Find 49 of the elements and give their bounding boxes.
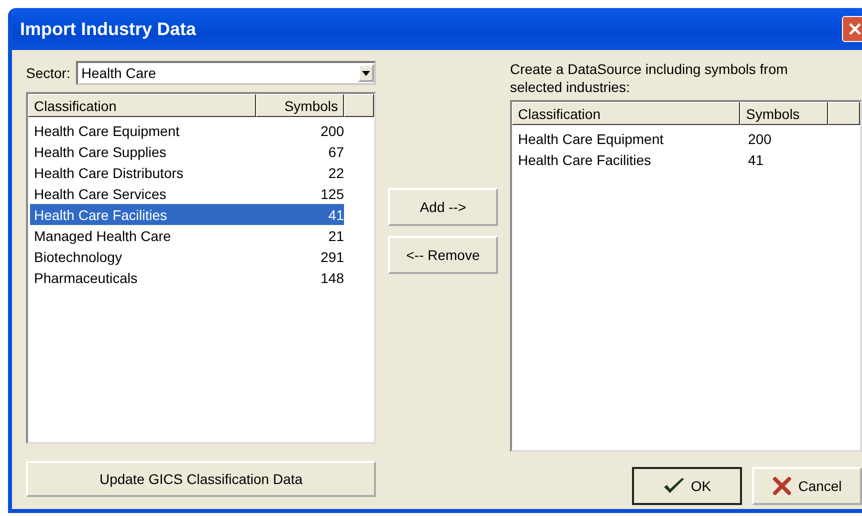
- list-row[interactable]: Health Care Supplies 67: [30, 141, 372, 162]
- symbols-count: 200: [320, 122, 344, 138]
- symbols-count: 148: [320, 270, 344, 286]
- classification-text: Health Care Equipment: [33, 122, 181, 138]
- symbols-count: 200: [747, 130, 772, 146]
- list-row[interactable]: Health Care Facilities 41: [514, 149, 858, 170]
- symbols-count: 21: [327, 228, 344, 244]
- classification-text: Biotechnology: [33, 248, 123, 264]
- column-header[interactable]: Classification: [28, 94, 256, 117]
- symbols-count: 22: [327, 164, 344, 180]
- cross-icon: [772, 476, 792, 496]
- window-title: Import Industry Data: [20, 18, 196, 40]
- caret-icon: [362, 70, 370, 76]
- list-row[interactable]: Health Care Equipment 200: [30, 120, 372, 141]
- column-header[interactable]: Symbols: [256, 94, 344, 117]
- classification-text: Managed Health Care: [33, 228, 172, 244]
- list-row[interactable]: Health Care Equipment 200: [514, 128, 858, 149]
- close-icon: [848, 22, 862, 36]
- classification-text: Pharmaceuticals: [33, 270, 138, 286]
- list-row[interactable]: Managed Health Care 21: [30, 225, 372, 246]
- close-button[interactable]: [842, 16, 862, 42]
- column-header[interactable]: Symbols: [740, 102, 828, 125]
- cancel-button[interactable]: Cancel: [752, 467, 862, 505]
- symbols-count: 67: [327, 144, 344, 160]
- column-header[interactable]: Classification: [512, 102, 740, 125]
- classification-text: Health Care Facilities: [33, 206, 168, 222]
- list-row[interactable]: Biotechnology 291: [30, 246, 372, 267]
- add-button[interactable]: Add -->: [388, 188, 498, 226]
- dropdown-button[interactable]: [358, 64, 374, 82]
- symbols-count: 41: [327, 206, 344, 222]
- symbols-count: 125: [320, 186, 344, 202]
- update-button[interactable]: Update GICS Classification Data: [26, 461, 376, 497]
- list-row[interactable]: Health Care Facilities 41: [30, 204, 344, 225]
- instruction-text: Create a DataSource including symbols from selected industries:: [510, 60, 789, 96]
- classification-text: Health Care Distributors: [33, 164, 184, 180]
- remove-button[interactable]: <-- Remove: [388, 236, 498, 274]
- list-row[interactable]: Health Care Distributors 22: [30, 162, 372, 183]
- ok-button[interactable]: OK: [632, 467, 742, 505]
- classification-text: Health Care Services: [33, 186, 168, 202]
- list-row[interactable]: Pharmaceuticals 148: [30, 267, 372, 288]
- classification-text: Health Care Equipment: [517, 130, 665, 146]
- sector-dropdown[interactable]: Health Care: [76, 61, 376, 85]
- symbols-count: 41: [747, 152, 764, 168]
- list-row[interactable]: Health Care Services 125: [30, 183, 372, 204]
- checkmark-icon: [662, 477, 685, 495]
- symbols-count: 291: [320, 248, 344, 264]
- classification-text: Health Care Supplies: [33, 144, 168, 160]
- sector-label: Sector:: [26, 65, 70, 81]
- classification-text: Health Care Facilities: [517, 152, 652, 168]
